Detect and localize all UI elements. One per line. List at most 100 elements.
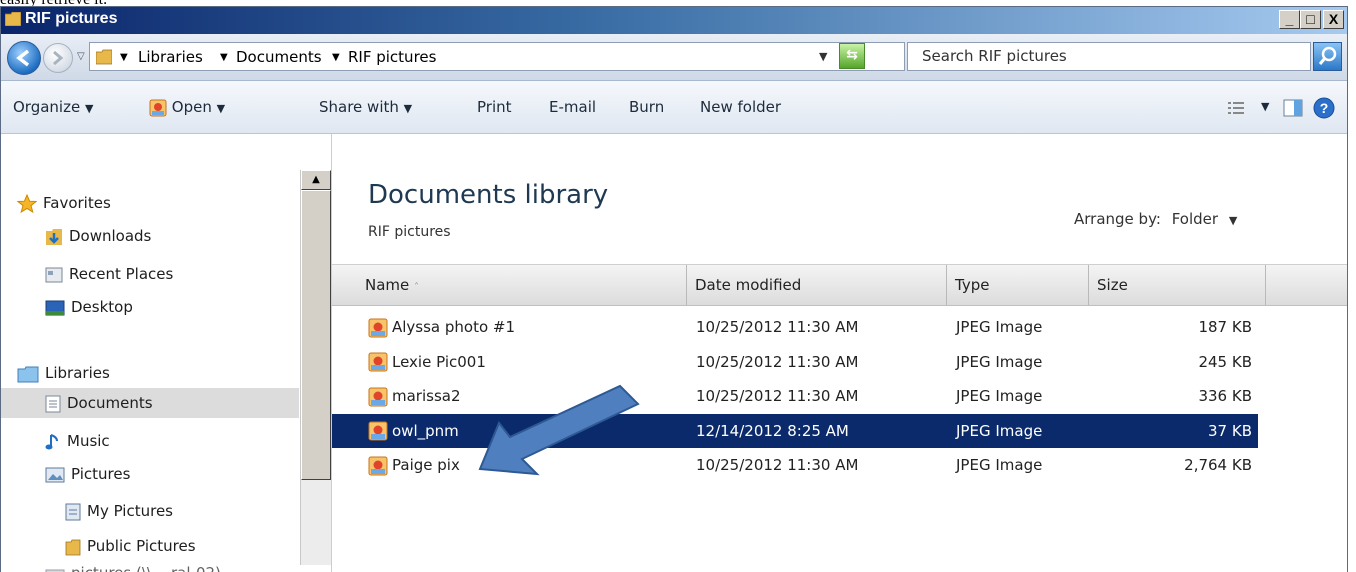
column-header-type[interactable]: Type [947, 265, 1089, 305]
scroll-thumb[interactable] [301, 190, 331, 480]
forward-arrow-icon [44, 44, 72, 72]
nav-label: Music [67, 432, 110, 450]
open-menu[interactable]: Open ▼ [149, 81, 225, 133]
libraries-icon [17, 365, 39, 383]
picture-file-icon [149, 99, 167, 117]
chevron-down-icon[interactable]: ▼ [332, 43, 340, 72]
desktop-icon [45, 300, 65, 316]
folder-icon [65, 538, 81, 556]
nav-item-recent-places[interactable]: Recent Places [45, 259, 173, 289]
file-type: JPEG Image [956, 448, 1042, 482]
nav-item-music[interactable]: Music [45, 426, 110, 456]
file-size: 2,764 KB [1102, 448, 1252, 482]
chevron-down-icon: ▼ [85, 102, 93, 115]
file-type: JPEG Image [956, 345, 1042, 379]
explorer-window: RIF pictures _ □ X ▽ ▼ Libraries ▼ Docum… [0, 6, 1348, 572]
address-field[interactable]: ▼ Libraries ▼ Documents ▼ RIF pictures [89, 42, 905, 71]
command-bar: Organize ▼ Open ▼ Share with ▼ Print E-m… [1, 81, 1347, 134]
forward-button[interactable] [43, 43, 73, 73]
refresh-button[interactable]: ⇆ [839, 43, 865, 69]
arrange-by: Arrange by: Folder ▼ [1074, 210, 1237, 228]
share-with-label: Share with [319, 98, 399, 116]
file-list-pane: Documents library RIF pictures Arrange b… [332, 134, 1347, 572]
downloads-folder-icon [45, 228, 63, 246]
search-icon [1314, 43, 1341, 70]
window-title: RIF pictures [25, 10, 117, 28]
file-size: 245 KB [1102, 345, 1252, 379]
address-history-dropdown-icon[interactable]: ▼ [819, 42, 827, 71]
nav-label: Desktop [71, 298, 133, 316]
nav-item-pictures[interactable]: Pictures [45, 459, 130, 489]
nav-item-public-pictures[interactable]: Public Pictures [65, 531, 196, 561]
maximize-button[interactable]: □ [1300, 10, 1321, 29]
file-type: JPEG Image [956, 414, 1042, 448]
crumb-libraries[interactable]: Libraries [138, 43, 203, 72]
nav-label: Public Pictures [87, 537, 196, 555]
navigation-pane: Favorites Downloads Recent Places Deskto… [1, 134, 332, 572]
back-arrow-icon [8, 42, 40, 74]
change-view-button[interactable] [1227, 81, 1245, 133]
nav-label: Favorites [43, 194, 111, 212]
new-folder-button[interactable]: New folder [700, 81, 781, 133]
svg-text:?: ? [1320, 100, 1329, 116]
help-icon: ? [1313, 97, 1335, 119]
minimize-button[interactable]: _ [1279, 10, 1300, 29]
music-note-icon [45, 433, 61, 451]
nav-label: Documents [67, 394, 153, 412]
network-drive-icon [45, 566, 65, 572]
recent-pages-dropdown-icon[interactable]: ▽ [77, 51, 85, 62]
nav-label: Recent Places [69, 265, 173, 283]
open-label: Open [172, 98, 212, 116]
back-button[interactable] [7, 41, 41, 75]
preview-pane-icon [1283, 99, 1303, 117]
help-button[interactable]: ? [1313, 81, 1335, 133]
recent-places-icon [45, 266, 63, 284]
arrange-by-value[interactable]: Folder [1172, 210, 1218, 228]
nav-item-my-pictures[interactable]: My Pictures [65, 496, 173, 526]
chevron-down-icon[interactable]: ▼ [220, 43, 228, 72]
nav-item-network-pictures[interactable]: pictures (\\... ral-02) [45, 558, 221, 572]
view-options-dropdown-icon[interactable]: ▼ [1261, 81, 1269, 133]
search-input[interactable]: Search RIF pictures [907, 42, 1311, 71]
close-button[interactable]: X [1323, 10, 1344, 29]
column-header-size[interactable]: Size [1089, 265, 1266, 305]
scroll-up-button[interactable]: ▲ [301, 170, 331, 190]
address-bar: ▽ ▼ Libraries ▼ Documents ▼ RIF pictures… [1, 34, 1347, 81]
crumb-rif-pictures[interactable]: RIF pictures [348, 43, 436, 72]
file-size: 37 KB [1102, 414, 1252, 448]
file-size: 187 KB [1102, 310, 1252, 344]
print-button[interactable]: Print [477, 81, 512, 133]
chevron-down-icon[interactable]: ▼ [120, 43, 128, 72]
chevron-down-icon[interactable]: ▼ [1229, 214, 1237, 227]
nav-scrollbar[interactable]: ▲ [300, 170, 331, 565]
nav-item-favorites[interactable]: Favorites [17, 188, 111, 218]
nav-item-desktop[interactable]: Desktop [45, 292, 133, 322]
arrange-by-label: Arrange by: [1074, 210, 1161, 228]
title-bar[interactable]: RIF pictures _ □ X [1, 7, 1347, 34]
folder-icon [96, 49, 112, 65]
crumb-documents[interactable]: Documents [236, 43, 322, 72]
documents-icon [45, 395, 61, 413]
details-view-icon [1227, 100, 1245, 116]
file-type: JPEG Image [956, 379, 1042, 413]
nav-label: Downloads [69, 227, 151, 245]
email-button[interactable]: E-mail [549, 81, 596, 133]
nav-item-documents[interactable]: Documents [45, 388, 153, 418]
scroll-up-arrow-icon: ▲ [312, 174, 320, 185]
preview-pane-button[interactable] [1283, 81, 1303, 133]
nav-label: Pictures [71, 465, 130, 483]
chevron-down-icon: ▼ [404, 102, 412, 115]
nav-label: My Pictures [87, 502, 173, 520]
star-icon [17, 194, 37, 214]
burn-button[interactable]: Burn [629, 81, 664, 133]
file-size: 336 KB [1102, 379, 1252, 413]
chevron-down-icon: ▼ [217, 102, 225, 115]
nav-item-libraries[interactable]: Libraries [17, 358, 110, 388]
refresh-icon: ⇆ [846, 47, 858, 63]
search-button[interactable] [1313, 42, 1342, 71]
nav-label: Libraries [45, 364, 110, 382]
share-with-menu[interactable]: Share with ▼ [319, 81, 412, 133]
folder-icon [5, 12, 21, 26]
organize-menu[interactable]: Organize ▼ [13, 81, 93, 133]
nav-item-downloads[interactable]: Downloads [45, 221, 151, 251]
